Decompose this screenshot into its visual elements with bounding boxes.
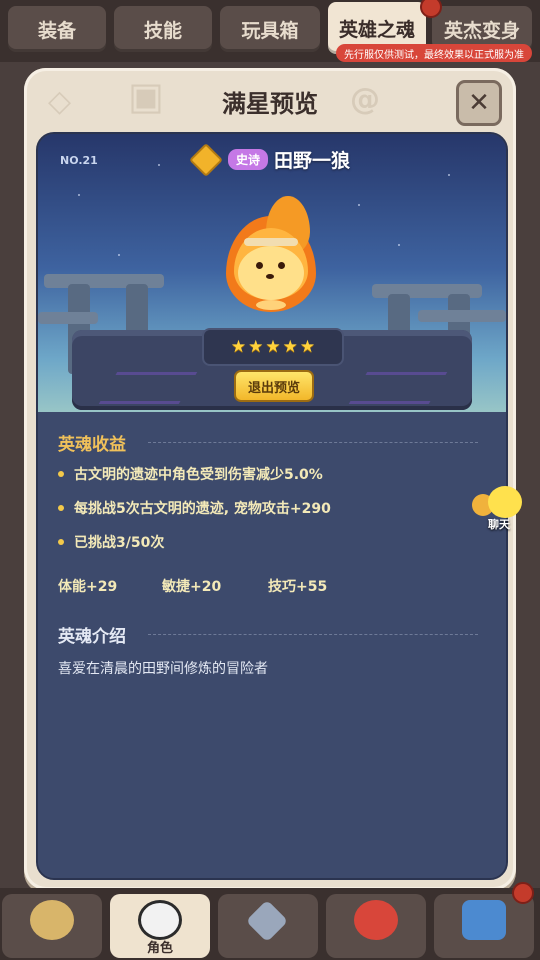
nav-pet[interactable] xyxy=(326,894,426,958)
divider xyxy=(148,442,478,443)
chat-face-icon xyxy=(488,486,522,518)
star-rating: ★ ★ ★ ★ ★ xyxy=(202,328,344,366)
benefit-item: 每挑战5次古文明的遗迹, 宠物攻击+290 xyxy=(58,498,331,518)
tab-toybox[interactable]: 玩具箱 xyxy=(220,6,320,52)
star-icon: ★ xyxy=(230,336,247,357)
stat-stamina: 体能+29 xyxy=(58,579,118,595)
hero-icon xyxy=(30,900,74,940)
exit-preview-button[interactable]: 退出预览 xyxy=(234,370,314,402)
close-button[interactable]: ✕ xyxy=(456,80,502,126)
bottom-nav: 角色 xyxy=(0,882,540,960)
bullet-dot-icon xyxy=(58,471,64,477)
star-icon: ★ xyxy=(299,336,316,357)
fire-dog-hero-icon xyxy=(216,196,326,316)
character-icon xyxy=(138,900,182,940)
tab-skills[interactable]: 技能 xyxy=(114,6,212,52)
hero-name-row: 史诗 田野一狼 xyxy=(38,142,506,177)
chat-button[interactable]: 聊天 xyxy=(468,484,528,534)
sword-icon xyxy=(245,899,289,943)
top-tab-bar: 装备 技能 玩具箱 英雄之魂 英杰变身 先行服仅供测试，最终效果以正式服为准 xyxy=(0,0,540,62)
shop-icon xyxy=(462,900,506,940)
stat-skill: 技巧+55 xyxy=(268,579,328,595)
bullet-dot-icon xyxy=(58,505,64,511)
star-icon: ★ xyxy=(282,336,298,357)
pet-icon xyxy=(354,900,398,940)
rank-diamond-icon xyxy=(189,142,223,177)
benefit-item: 已挑战3/50次 xyxy=(58,532,164,552)
nav-character[interactable]: 角色 xyxy=(110,894,210,958)
stat-agility: 敏捷+20 xyxy=(162,579,222,595)
notification-bell-icon xyxy=(512,882,534,904)
benefit-item: 古文明的遗迹中角色受到伤害减少5.0% xyxy=(58,464,323,484)
rarity-badge: 史诗 xyxy=(227,149,268,170)
hero-card: NO.21 史诗 田野一狼 ★ ★ ★ ★ ★ 退出预览 英魂收益 古文明的遗迹… xyxy=(36,132,508,880)
nav-shop[interactable] xyxy=(434,894,534,958)
close-icon: ✕ xyxy=(468,88,490,118)
test-server-notice: 先行服仅供测试，最终效果以正式服为准 xyxy=(336,44,532,62)
tab-equipment[interactable]: 装备 xyxy=(8,6,106,52)
divider xyxy=(148,634,478,635)
star-icon: ★ xyxy=(248,336,264,357)
full-star-preview-modal: ◇ ▣ @ 满星预览 ✕ NO.21 史诗 田野一狼 ★ ★ ★ ★ ★ 退出预… xyxy=(24,68,516,890)
chat-label: 聊天 xyxy=(488,518,510,531)
hero-name: 田野一狼 xyxy=(274,150,351,172)
benefits-title: 英魂收益 xyxy=(58,435,126,455)
nav-hero[interactable] xyxy=(2,894,102,958)
bullet-dot-icon xyxy=(58,539,64,545)
intro-title: 英魂介绍 xyxy=(58,627,126,647)
nav-equipment[interactable] xyxy=(218,894,318,958)
intro-text: 喜爱在清晨的田野间修炼的冒险者 xyxy=(58,661,268,677)
star-icon: ★ xyxy=(265,336,281,357)
modal-title: 满星预览 xyxy=(222,90,318,118)
nav-label: 角色 xyxy=(146,941,173,956)
hero-info-panel: 英魂收益 古文明的遗迹中角色受到伤害减少5.0% 每挑战5次古文明的遗迹, 宠物… xyxy=(38,412,506,878)
